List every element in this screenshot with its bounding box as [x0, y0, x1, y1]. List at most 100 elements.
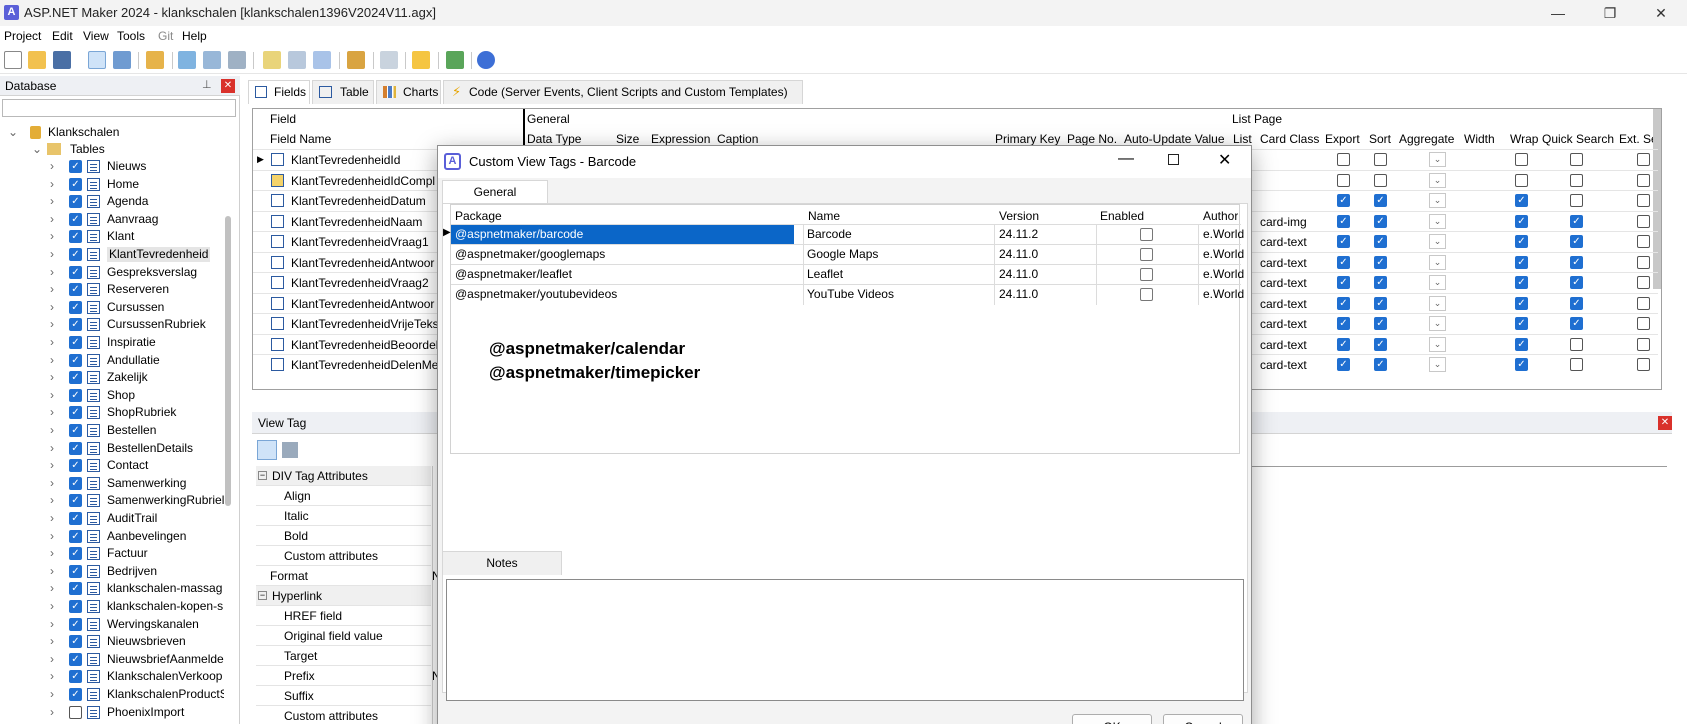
sync-icon[interactable]	[146, 51, 164, 69]
package-row[interactable]: @aspnetmaker/youtubevideos YouTube Videos…	[451, 284, 1244, 305]
expand-arrow-icon[interactable]: ›	[50, 457, 60, 474]
quick-search-checkbox[interactable]	[1570, 194, 1583, 207]
expand-arrow-icon[interactable]: ›	[50, 668, 60, 685]
enabled-checkbox[interactable]	[1140, 228, 1153, 241]
property-group[interactable]: − Hyperlink	[256, 586, 431, 606]
close-icon[interactable]: ✕	[1638, 0, 1684, 26]
expand-arrow-icon[interactable]: ›	[50, 299, 60, 316]
export-checkbox[interactable]: ✓	[1337, 214, 1350, 228]
wrap-checkbox[interactable]: ✓	[1515, 317, 1528, 330]
expand-arrow-icon[interactable]: ›	[50, 598, 60, 615]
table-checkbox[interactable]: ✓	[69, 494, 82, 508]
quick-search-checkbox[interactable]	[1570, 153, 1583, 166]
export-checkbox[interactable]: ✓	[1337, 337, 1350, 351]
tree-table-item[interactable]: › ✓ Inspiratie	[0, 334, 224, 351]
expand-arrow-icon[interactable]: ›	[50, 580, 60, 597]
sort-checkbox[interactable]: ✓	[1374, 194, 1387, 207]
package-cell[interactable]: @aspnetmaker/googlemaps	[451, 245, 794, 264]
table-checkbox[interactable]: ✓	[69, 212, 82, 226]
edit-tag-icon[interactable]	[288, 51, 306, 69]
property-item[interactable]: Italic	[256, 506, 431, 526]
expand-arrow-icon[interactable]: ›	[50, 264, 60, 281]
export-checkbox[interactable]	[1337, 153, 1350, 166]
ok-button[interactable]: OK	[1072, 714, 1152, 724]
aggregate-dropdown[interactable]: ⌄	[1429, 193, 1446, 208]
tree-root[interactable]: ⌄ Klankschalen	[0, 124, 224, 141]
quick-search-checkbox[interactable]: ✓	[1570, 296, 1583, 310]
ext-search-checkbox[interactable]	[1637, 255, 1650, 269]
card-class-value[interactable]: card-text	[1260, 297, 1307, 311]
alphabetical-view-icon[interactable]	[282, 442, 298, 458]
ext-search-checkbox[interactable]	[1637, 276, 1650, 289]
tree-table-item[interactable]: › ✓ BestellenDetails	[0, 440, 224, 457]
menu-help[interactable]: Help	[182, 29, 207, 43]
ext-search-checkbox[interactable]	[1637, 358, 1650, 371]
dialog-minimize-icon[interactable]: —	[1118, 150, 1134, 168]
package-row[interactable]: ▶ @aspnetmaker/barcode Barcode 24.11.2 e.Wor…	[443, 224, 1244, 245]
refresh-icon[interactable]	[446, 51, 464, 69]
expand-arrow-icon[interactable]: ›	[50, 475, 60, 492]
aggregate-dropdown[interactable]: ⌄	[1429, 336, 1446, 352]
table-checkbox[interactable]: ✓	[69, 195, 82, 209]
table-checkbox[interactable]: ✓	[69, 529, 82, 543]
tree-table-item[interactable]: › ✓ Bestellen	[0, 422, 224, 439]
table-checkbox[interactable]: ✓	[69, 688, 82, 701]
tree-view-icon[interactable]	[88, 51, 106, 69]
tree-table-item[interactable]: › ✓ Klant	[0, 228, 224, 245]
quick-search-checkbox[interactable]	[1570, 358, 1583, 371]
expand-arrow-icon[interactable]: ›	[50, 352, 60, 369]
card-class-value[interactable]: card-text	[1260, 358, 1307, 372]
collapse-icon[interactable]: −	[258, 591, 267, 600]
export-checkbox[interactable]: ✓	[1337, 296, 1350, 310]
ext-search-checkbox[interactable]	[1637, 173, 1650, 187]
table-checkbox[interactable]: ✓	[69, 670, 82, 684]
wrap-checkbox[interactable]: ✓	[1515, 194, 1528, 207]
tree-scrollbar[interactable]	[225, 216, 231, 506]
tree-table-item[interactable]: › ✓ Wervingskanalen	[0, 616, 224, 633]
quick-search-checkbox[interactable]: ✓	[1570, 276, 1583, 289]
table-checkbox[interactable]: ✓	[69, 582, 82, 596]
property-item[interactable]: HREF field	[256, 606, 431, 626]
aggregate-dropdown[interactable]: ⌄	[1429, 234, 1446, 249]
tree-table-item[interactable]: › ✓ Reserveren	[0, 281, 224, 298]
wrap-checkbox[interactable]: ✓	[1515, 235, 1528, 248]
sort-checkbox[interactable]: ✓	[1374, 235, 1387, 248]
aggregate-dropdown[interactable]: ⌄	[1429, 254, 1446, 270]
card-class-value[interactable]: card-text	[1260, 235, 1307, 249]
tree-table-item[interactable]: › ✓ SamenwerkingRubriel	[0, 492, 224, 509]
table-checkbox[interactable]: ✓	[69, 600, 82, 613]
settings-page-icon[interactable]	[178, 51, 196, 69]
table-checkbox[interactable]: ✓	[69, 635, 82, 649]
export-checkbox[interactable]	[1337, 173, 1350, 187]
quick-search-checkbox[interactable]: ✓	[1570, 214, 1583, 228]
close-panel-icon[interactable]: ✕	[221, 79, 235, 93]
table-checkbox[interactable]: ✓	[69, 248, 82, 261]
tab-charts[interactable]: Charts	[376, 80, 441, 104]
sort-checkbox[interactable]	[1374, 153, 1387, 166]
table-checkbox[interactable]: ✓	[69, 459, 82, 473]
menu-edit[interactable]: Edit	[52, 29, 73, 43]
tree-table-item[interactable]: › PhoenixImport	[0, 704, 224, 721]
expand-arrow-icon[interactable]: ›	[50, 422, 60, 439]
expand-arrow-icon[interactable]: ›	[50, 545, 60, 562]
property-item[interactable]: Custom attributes	[256, 546, 431, 566]
aggregate-dropdown[interactable]: ⌄	[1429, 295, 1446, 311]
close-view-tag-icon[interactable]: ✕	[1658, 416, 1672, 430]
tree-table-item[interactable]: › ✓ klankschalen-kopen-s	[0, 598, 224, 615]
tree-table-item[interactable]: › ✓ Nieuwsbrieven	[0, 633, 224, 650]
tree-table-item[interactable]: › ✓ KlantTevredenheid	[0, 246, 224, 263]
package-cell[interactable]: @aspnetmaker/youtubevideos	[451, 285, 794, 304]
wrap-checkbox[interactable]: ✓	[1515, 276, 1528, 289]
sort-checkbox[interactable]: ✓	[1374, 358, 1387, 371]
tree-table-item[interactable]: › ✓ klankschalen-massag	[0, 580, 224, 597]
expand-arrow-icon[interactable]: ›	[50, 633, 60, 650]
expand-arrow-icon[interactable]: ›	[50, 510, 60, 527]
expand-arrow-icon[interactable]: ›	[50, 193, 60, 210]
expand-arrow-icon[interactable]: ›	[50, 281, 60, 298]
help-icon[interactable]	[477, 51, 495, 69]
expand-arrow-icon[interactable]: ›	[50, 176, 60, 193]
sort-checkbox[interactable]: ✓	[1374, 214, 1387, 228]
dialog-close-icon[interactable]: ✕	[1218, 150, 1231, 170]
open-folder-icon[interactable]	[28, 51, 46, 69]
tab-table[interactable]: Table	[312, 80, 374, 104]
